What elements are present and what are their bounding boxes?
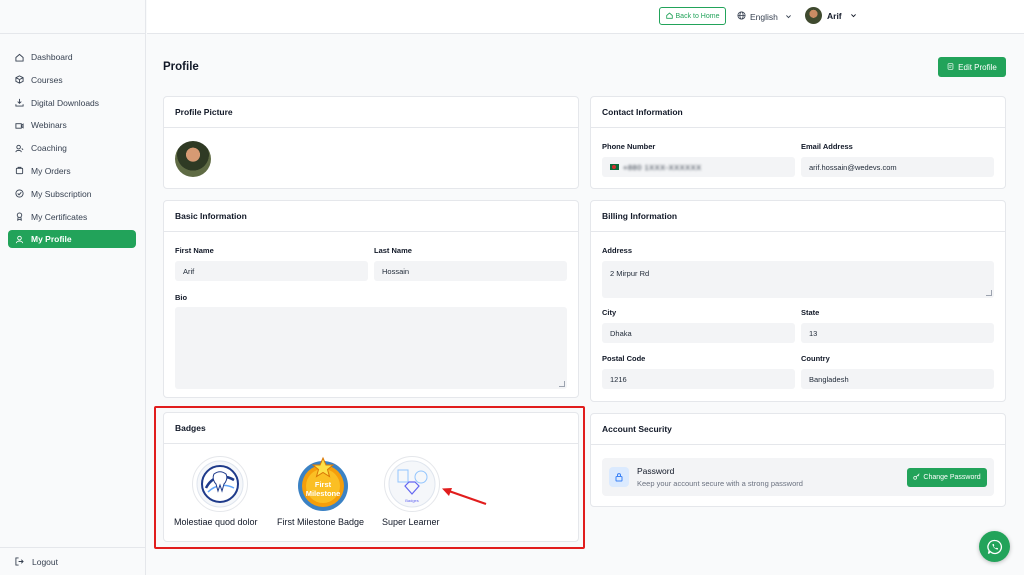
page-title: Profile	[163, 61, 199, 73]
account-security-card: Account Security Password Keep your acco…	[590, 413, 1006, 507]
bio-label: Bio	[175, 293, 188, 302]
avatar	[805, 7, 822, 24]
sidebar: Dashboard Courses Digital Downloads Webi…	[0, 0, 146, 575]
address-textarea[interactable]: 2 Mirpur Rd	[602, 261, 994, 298]
check-circle-icon	[15, 189, 24, 198]
card-title: Account Security	[591, 414, 1005, 445]
lock-icon	[609, 467, 629, 487]
sidebar-item-label: My Orders	[31, 165, 71, 176]
cube-icon	[15, 75, 24, 84]
logout-label: Logout	[32, 556, 58, 567]
chevron-down-icon	[785, 12, 792, 22]
sidebar-item-label: Dashboard	[31, 52, 73, 62]
sidebar-item-my-profile[interactable]: My Profile	[8, 230, 136, 249]
whatsapp-chat-button[interactable]	[979, 531, 1010, 562]
profile-picture-card: Profile Picture	[163, 96, 579, 189]
sidebar-item-digital-downloads[interactable]: Digital Downloads	[8, 94, 136, 112]
download-icon	[15, 98, 24, 107]
password-description: Keep your account secure with a strong p…	[637, 479, 803, 488]
phone-field[interactable]: +880 1XXX-XXXXXX	[602, 157, 795, 177]
postal-code-label: Postal Code	[602, 354, 646, 363]
card-title: Basic Information	[164, 201, 578, 232]
country-label: Country	[801, 354, 830, 363]
logout-icon	[15, 557, 24, 566]
sidebar-item-webinars[interactable]: Webinars	[8, 116, 136, 134]
state-label: State	[801, 308, 820, 317]
contact-information-card: Contact Information Phone Number +880 1X…	[590, 96, 1006, 189]
sidebar-item-label: Webinars	[31, 120, 67, 131]
user-menu[interactable]: Arif	[805, 7, 857, 24]
top-bar	[147, 0, 1024, 34]
chevron-down-icon	[850, 11, 857, 21]
sidebar-item-coaching[interactable]: Coaching	[8, 139, 136, 157]
change-password-label: Change Password	[923, 474, 981, 481]
key-icon	[913, 473, 920, 482]
language-selector[interactable]: English	[737, 11, 792, 22]
sidebar-item-label: Courses	[31, 74, 63, 85]
phone-value: +880 1XXX-XXXXXX	[623, 162, 702, 172]
home-icon	[15, 53, 24, 62]
video-icon	[15, 121, 24, 130]
address-value: 2 Mirpur Rd	[610, 269, 650, 278]
sidebar-nav: Dashboard Courses Digital Downloads Webi…	[8, 48, 136, 253]
city-field[interactable]: Dhaka	[602, 323, 795, 343]
change-password-button[interactable]: Change Password	[907, 468, 987, 487]
email-label: Email Address	[801, 142, 853, 151]
sidebar-item-label: My Subscription	[31, 188, 92, 199]
state-field[interactable]: 13	[801, 323, 994, 343]
flag-icon	[610, 164, 619, 170]
card-title: Billing Information	[591, 201, 1005, 232]
card-title: Contact Information	[591, 97, 1005, 128]
back-to-home-button[interactable]: Back to Home	[659, 7, 726, 25]
edit-profile-button[interactable]: Edit Profile	[938, 57, 1006, 77]
edit-profile-label: Edit Profile	[958, 62, 997, 72]
coaching-icon	[15, 144, 24, 153]
language-label: English	[750, 11, 778, 22]
sidebar-item-label: Coaching	[31, 143, 67, 154]
basic-information-card: Basic Information First Name Arif Last N…	[163, 200, 579, 398]
globe-icon	[737, 11, 746, 22]
sidebar-item-my-subscription[interactable]: My Subscription	[8, 185, 136, 203]
password-title: Password	[637, 466, 675, 476]
sidebar-item-label: My Profile	[31, 234, 72, 245]
country-field[interactable]: Bangladesh	[801, 369, 994, 389]
logout-button[interactable]: Logout	[0, 547, 145, 575]
phone-label: Phone Number	[602, 142, 656, 151]
resize-handle[interactable]	[986, 290, 992, 296]
sidebar-item-courses[interactable]: Courses	[8, 71, 136, 89]
award-icon	[15, 212, 24, 221]
sidebar-item-label: Digital Downloads	[31, 97, 100, 108]
annotation-highlight-box	[154, 406, 585, 549]
cart-icon	[15, 166, 24, 175]
user-name: Arif	[827, 10, 842, 21]
address-label: Address	[602, 246, 633, 255]
resize-handle[interactable]	[559, 381, 565, 387]
profile-avatar[interactable]	[175, 141, 211, 177]
sidebar-item-label: My Certificates	[31, 211, 88, 222]
sidebar-item-dashboard[interactable]: Dashboard	[8, 48, 136, 66]
sidebar-item-my-certificates[interactable]: My Certificates	[8, 208, 136, 226]
first-name-label: First Name	[175, 246, 214, 255]
first-name-field[interactable]: Arif	[175, 261, 368, 281]
postal-code-field[interactable]: 1216	[602, 369, 795, 389]
edit-icon	[947, 62, 954, 72]
card-title: Profile Picture	[164, 97, 578, 128]
bio-textarea[interactable]	[175, 307, 567, 389]
sidebar-item-my-orders[interactable]: My Orders	[8, 162, 136, 180]
sidebar-logo-area	[0, 0, 145, 34]
billing-information-card: Billing Information Address 2 Mirpur Rd …	[590, 200, 1006, 402]
city-label: City	[602, 308, 617, 317]
email-field[interactable]: arif.hossain@wedevs.com	[801, 157, 994, 177]
password-row: Password Keep your account secure with a…	[602, 458, 994, 496]
last-name-label: Last Name	[374, 246, 412, 255]
last-name-field[interactable]: Hossain	[374, 261, 567, 281]
home-icon	[665, 11, 673, 21]
user-icon	[15, 235, 24, 244]
whatsapp-icon	[986, 539, 1002, 554]
back-to-home-label: Back to Home	[675, 12, 720, 20]
